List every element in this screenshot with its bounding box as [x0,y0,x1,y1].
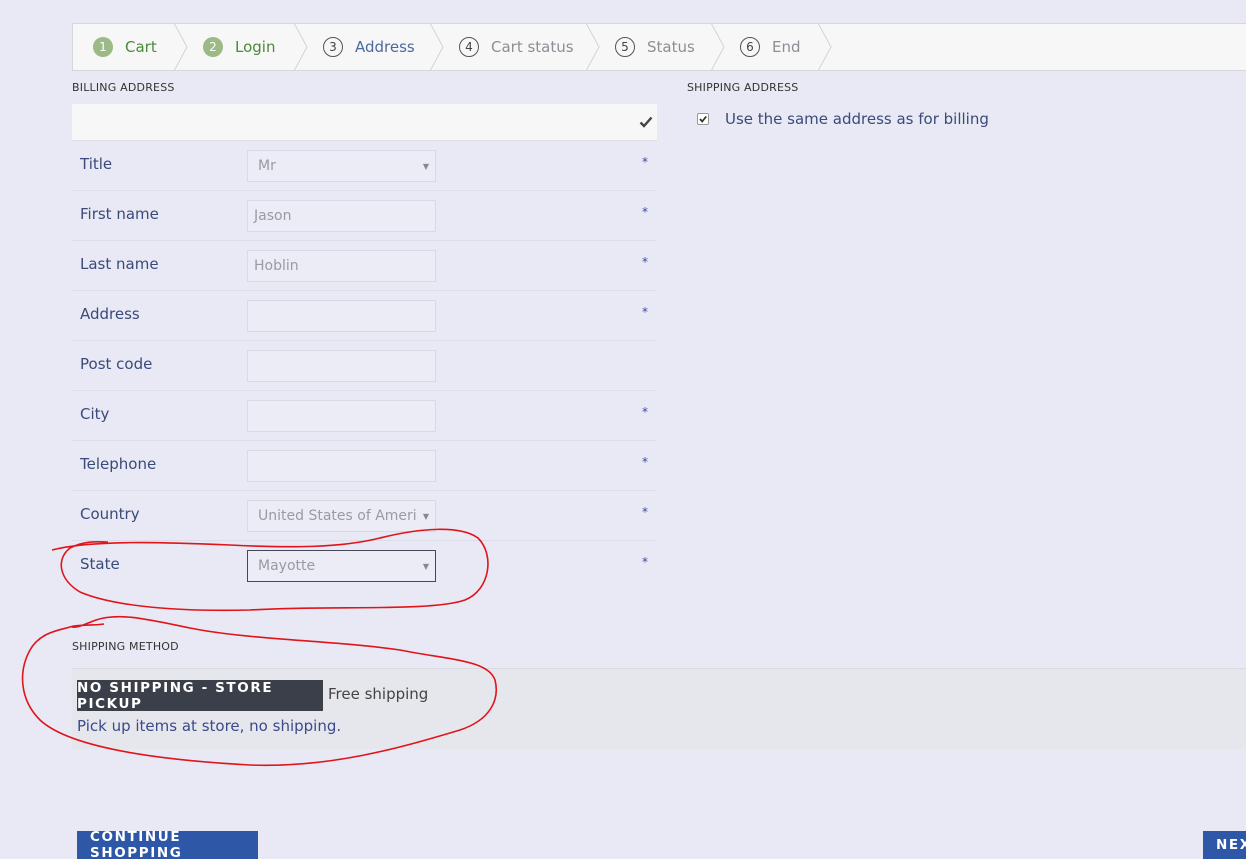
address-label: Address [80,305,140,323]
post-code-row: Post code [72,341,657,391]
title-row: Title Mr ▼ * [72,141,657,191]
step-label: Cart status [491,38,574,56]
step-separator [294,23,308,71]
check-icon [639,116,653,128]
dropdown-arrow-icon: ▼ [422,512,429,521]
state-label: State [80,555,120,573]
step-number: 1 [93,37,113,57]
step-label: Address [355,38,415,56]
first-name-row: First name Jason * [72,191,657,241]
required-marker: * [642,455,648,469]
shipping-method-price: Free shipping [328,685,429,703]
required-marker: * [642,305,648,319]
city-label: City [80,405,110,423]
step-number: 5 [615,37,635,57]
address-input[interactable] [247,300,436,332]
checkout-steps: 1 Cart 2 Login 3 Address 4 Cart status 5… [72,23,1246,71]
title-select[interactable]: Mr ▼ [247,150,436,182]
continue-shopping-button[interactable]: CONTINUE SHOPPING [77,829,258,859]
first-name-label: First name [80,205,159,223]
step-address[interactable]: 3 Address [323,24,415,70]
step-number: 3 [323,37,343,57]
telephone-input[interactable] [247,450,436,482]
required-marker: * [642,255,648,269]
same-address-label[interactable]: Use the same address as for billing [725,110,989,128]
shipping-method-name[interactable]: NO SHIPPING - STORE PICKUP [77,680,323,712]
country-row: Country United States of Ameri ▼ * [72,491,657,541]
country-label: Country [80,505,140,523]
step-number: 2 [203,37,223,57]
step-status[interactable]: 5 Status [615,24,695,70]
required-marker: * [642,155,648,169]
required-marker: * [642,505,648,519]
step-label: End [772,38,801,56]
step-separator [711,23,725,71]
required-marker: * [642,555,648,569]
title-label: Title [80,155,113,173]
step-separator [430,23,444,71]
step-end[interactable]: 6 End [740,24,801,70]
shipping-method-description: Pick up items at store, no shipping. [77,717,342,735]
post-code-label: Post code [80,355,153,373]
step-number: 4 [459,37,479,57]
dropdown-arrow-icon: ▼ [422,162,429,171]
step-login[interactable]: 2 Login [203,24,275,70]
required-marker: * [642,405,648,419]
city-input[interactable] [247,400,436,432]
telephone-label: Telephone [80,455,157,473]
last-name-label: Last name [80,255,159,273]
shipping-method-title: SHIPPING METHOD [72,640,179,653]
step-label: Status [647,38,695,56]
billing-address-title: BILLING ADDRESS [72,81,175,94]
same-address-checkbox[interactable] [697,113,709,125]
dropdown-arrow-icon: ▼ [422,562,429,571]
step-separator [174,23,188,71]
last-name-input[interactable]: Hoblin [247,250,436,282]
country-select[interactable]: United States of Ameri ▼ [247,500,436,532]
state-row: State Mayotte ▼ * [72,541,657,591]
step-separator [586,23,600,71]
first-name-input[interactable]: Jason [247,200,436,232]
step-separator [818,23,832,71]
check-icon [699,115,707,123]
telephone-row: Telephone * [72,441,657,491]
title-value: Mr [258,158,276,174]
country-value: United States of Ameri [258,508,417,524]
state-select[interactable]: Mayotte ▼ [247,550,436,582]
required-marker: * [642,205,648,219]
next-button[interactable]: NEXT [1203,831,1246,859]
shipping-address-title: SHIPPING ADDRESS [687,81,799,94]
step-number: 6 [740,37,760,57]
step-cart[interactable]: 1 Cart [93,24,157,70]
state-value: Mayotte [258,558,316,574]
city-row: City * [72,391,657,441]
step-label: Cart [125,38,157,56]
step-cart-status[interactable]: 4 Cart status [459,24,574,70]
post-code-input[interactable] [247,350,436,382]
billing-address-header [72,104,657,141]
step-label: Login [235,38,276,56]
last-name-row: Last name Hoblin * [72,241,657,291]
address-row: Address * [72,291,657,341]
